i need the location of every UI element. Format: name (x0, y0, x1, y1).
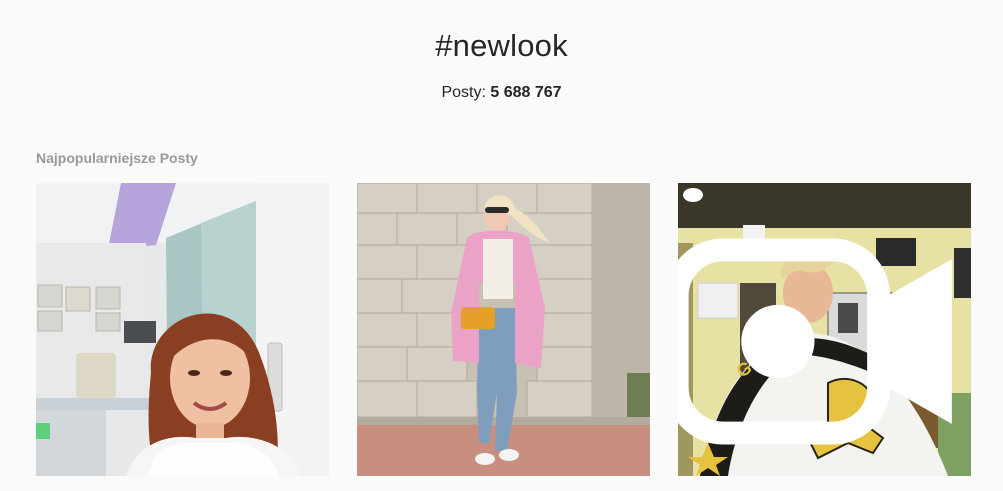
post-count-value: 5 688 767 (490, 84, 562, 101)
post-tile[interactable]: GOLDEN (678, 183, 971, 476)
post-tile[interactable] (36, 183, 329, 476)
post-tile[interactable] (357, 183, 650, 476)
video-icon (678, 238, 952, 445)
post-image (36, 183, 329, 476)
page-title: #newlook (435, 28, 568, 63)
post-image (357, 183, 650, 476)
section-title: Najpopularniejsze Posty (36, 150, 198, 166)
post-count: Posty: 5 688 767 (0, 84, 1003, 102)
post-count-label: Posty: (441, 84, 486, 101)
hashtag-page: #newlook Posty: 5 688 767 Najpopularniej… (0, 0, 1003, 491)
